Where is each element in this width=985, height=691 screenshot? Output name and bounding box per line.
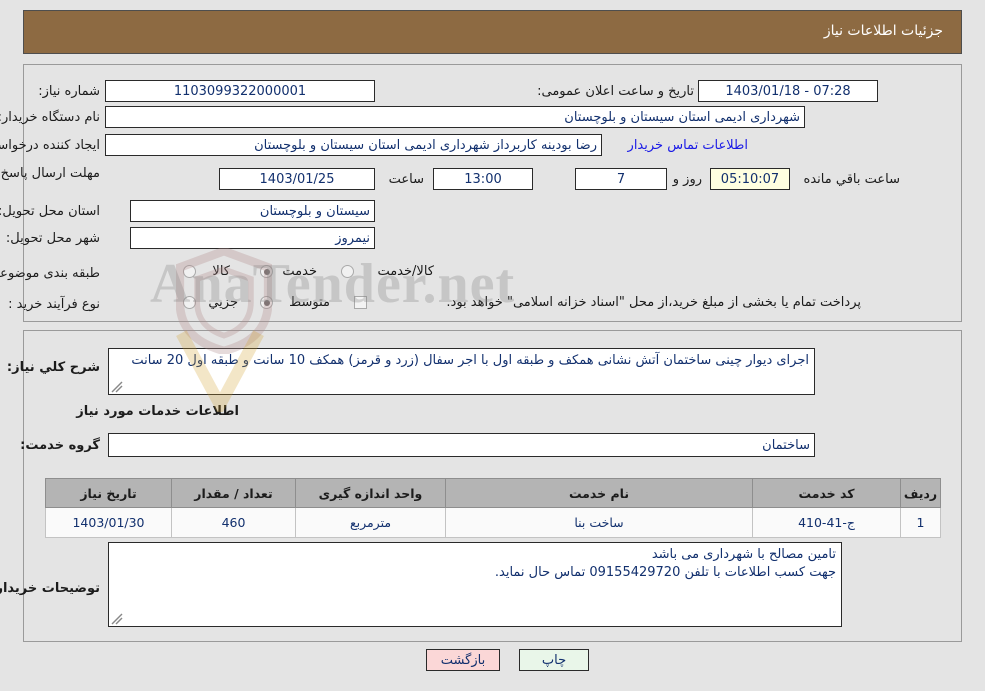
cell-service-code: ج-41-410 — [752, 507, 901, 538]
col-header-quantity: تعداد / مقدار — [171, 478, 296, 508]
cell-service-name: ساخت بنا — [445, 507, 753, 538]
back-button[interactable]: بازگشت — [426, 649, 500, 671]
cell-need-date: 1403/01/30 — [45, 507, 172, 538]
resize-grip-icon[interactable] — [111, 613, 123, 625]
radio-process-motevaset-label: متوسط — [289, 295, 330, 310]
radio-category-kala-khedmat[interactable] — [341, 265, 354, 278]
buyer-notes-label: توضیحات خریدار: — [0, 581, 100, 596]
need-info-panel — [23, 64, 962, 322]
province-label: استان محل تحویل: — [0, 204, 100, 219]
public-announce-label: تاریخ و ساعت اعلان عمومی: — [537, 84, 694, 99]
deadline-hour-label: ساعت — [388, 172, 424, 187]
radio-category-kala-label: کالا — [212, 264, 230, 279]
city-label: شهر محل تحویل: — [5, 231, 100, 246]
process-label: نوع فرآیند خرید : — [8, 297, 100, 312]
cell-row-no: 1 — [900, 507, 941, 538]
requester-value: رضا بودینه کاربرداز شهرداری ادیمی استان … — [105, 134, 602, 156]
radio-process-jozee[interactable] — [183, 296, 196, 309]
public-announce-value: 1403/01/18 - 07:28 — [698, 80, 878, 102]
cell-unit: مترمربع — [295, 507, 446, 538]
service-group-label: گروه خدمت: — [20, 438, 100, 453]
description-text: اجرای دیوار چینی ساختمان آتش نشانی همکف … — [131, 353, 809, 368]
page-title: جزئیات اطلاعات نیاز — [823, 23, 943, 39]
buyer-org-label: نام دستگاه خریدار: — [0, 110, 100, 125]
page-header-bar: جزئیات اطلاعات نیاز — [23, 10, 962, 54]
buyer-org-value: شهرداری ادیمی استان سیستان و بلوچستان — [105, 106, 805, 128]
services-section-heading: اطلاعات خدمات مورد نیاز — [76, 404, 239, 419]
description-label: شرح کلي نیاز: — [6, 360, 100, 375]
page-root: جزئیات اطلاعات نیاز شماره نیاز: 11030993… — [0, 0, 985, 691]
province-value: سیستان و بلوچستان — [130, 200, 375, 222]
buyer-contact-link[interactable]: اطلاعات تماس خریدار — [628, 138, 748, 153]
remaining-days-value: 7 — [575, 168, 667, 190]
radio-category-khedmat[interactable] — [260, 265, 273, 278]
countdown-value: 05:10:07 — [710, 168, 790, 190]
treasury-bond-checkbox[interactable] — [354, 296, 367, 309]
col-header-need-date: تاریخ نیاز — [45, 478, 172, 508]
radio-process-motevaset[interactable] — [260, 296, 273, 309]
buyer-notes-line-2: جهت کسب اطلاعات با تلفن 09155429720 تماس… — [494, 565, 836, 580]
radio-category-kala[interactable] — [183, 265, 196, 278]
print-button[interactable]: چاپ — [519, 649, 589, 671]
radio-process-jozee-label: جزیي — [208, 295, 238, 310]
resize-grip-icon[interactable] — [111, 381, 123, 393]
services-table: ردیف کد خدمت نام خدمت واحد اندازه گیری ت… — [45, 478, 941, 538]
deadline-date-value: 1403/01/25 — [219, 168, 375, 190]
treasury-bond-label: پرداخت تمام یا بخشی از مبلغ خرید،از محل … — [446, 295, 861, 310]
table-header-row: ردیف کد خدمت نام خدمت واحد اندازه گیری ت… — [45, 478, 941, 508]
cell-quantity: 460 — [171, 507, 296, 538]
need-number-value: 1103099322000001 — [105, 80, 375, 102]
buyer-notes-textarea[interactable]: تامین مصالح با شهرداری می باشد جهت کسب ا… — [108, 542, 842, 627]
city-value: نیمروز — [130, 227, 375, 249]
table-row: 1 ج-41-410 ساخت بنا مترمربع 460 1403/01/… — [45, 507, 941, 538]
deadline-label: مهلت ارسال پاسخ: تا تاریخ: — [0, 166, 100, 181]
deadline-time-value: 13:00 — [433, 168, 533, 190]
col-header-unit: واحد اندازه گیری — [295, 478, 446, 508]
remaining-days-label: روز و — [672, 172, 702, 187]
requester-label: ایجاد کننده درخواست: — [0, 138, 100, 153]
need-number-label: شماره نیاز: — [38, 84, 100, 99]
countdown-label: ساعت باقي مانده — [803, 172, 900, 187]
description-textarea[interactable]: اجرای دیوار چینی ساختمان آتش نشانی همکف … — [108, 348, 815, 395]
buyer-notes-line-1: تامین مصالح با شهرداری می باشد — [651, 547, 836, 562]
radio-category-kala-khedmat-label: کالا/خدمت — [377, 264, 434, 279]
col-header-service-code: کد خدمت — [752, 478, 901, 508]
service-group-value: ساختمان — [108, 433, 815, 457]
col-header-row-no: ردیف — [900, 478, 941, 508]
col-header-service-name: نام خدمت — [445, 478, 753, 508]
radio-category-khedmat-label: خدمت — [282, 264, 317, 279]
category-label: طبقه بندی موضوعی: — [0, 266, 100, 281]
